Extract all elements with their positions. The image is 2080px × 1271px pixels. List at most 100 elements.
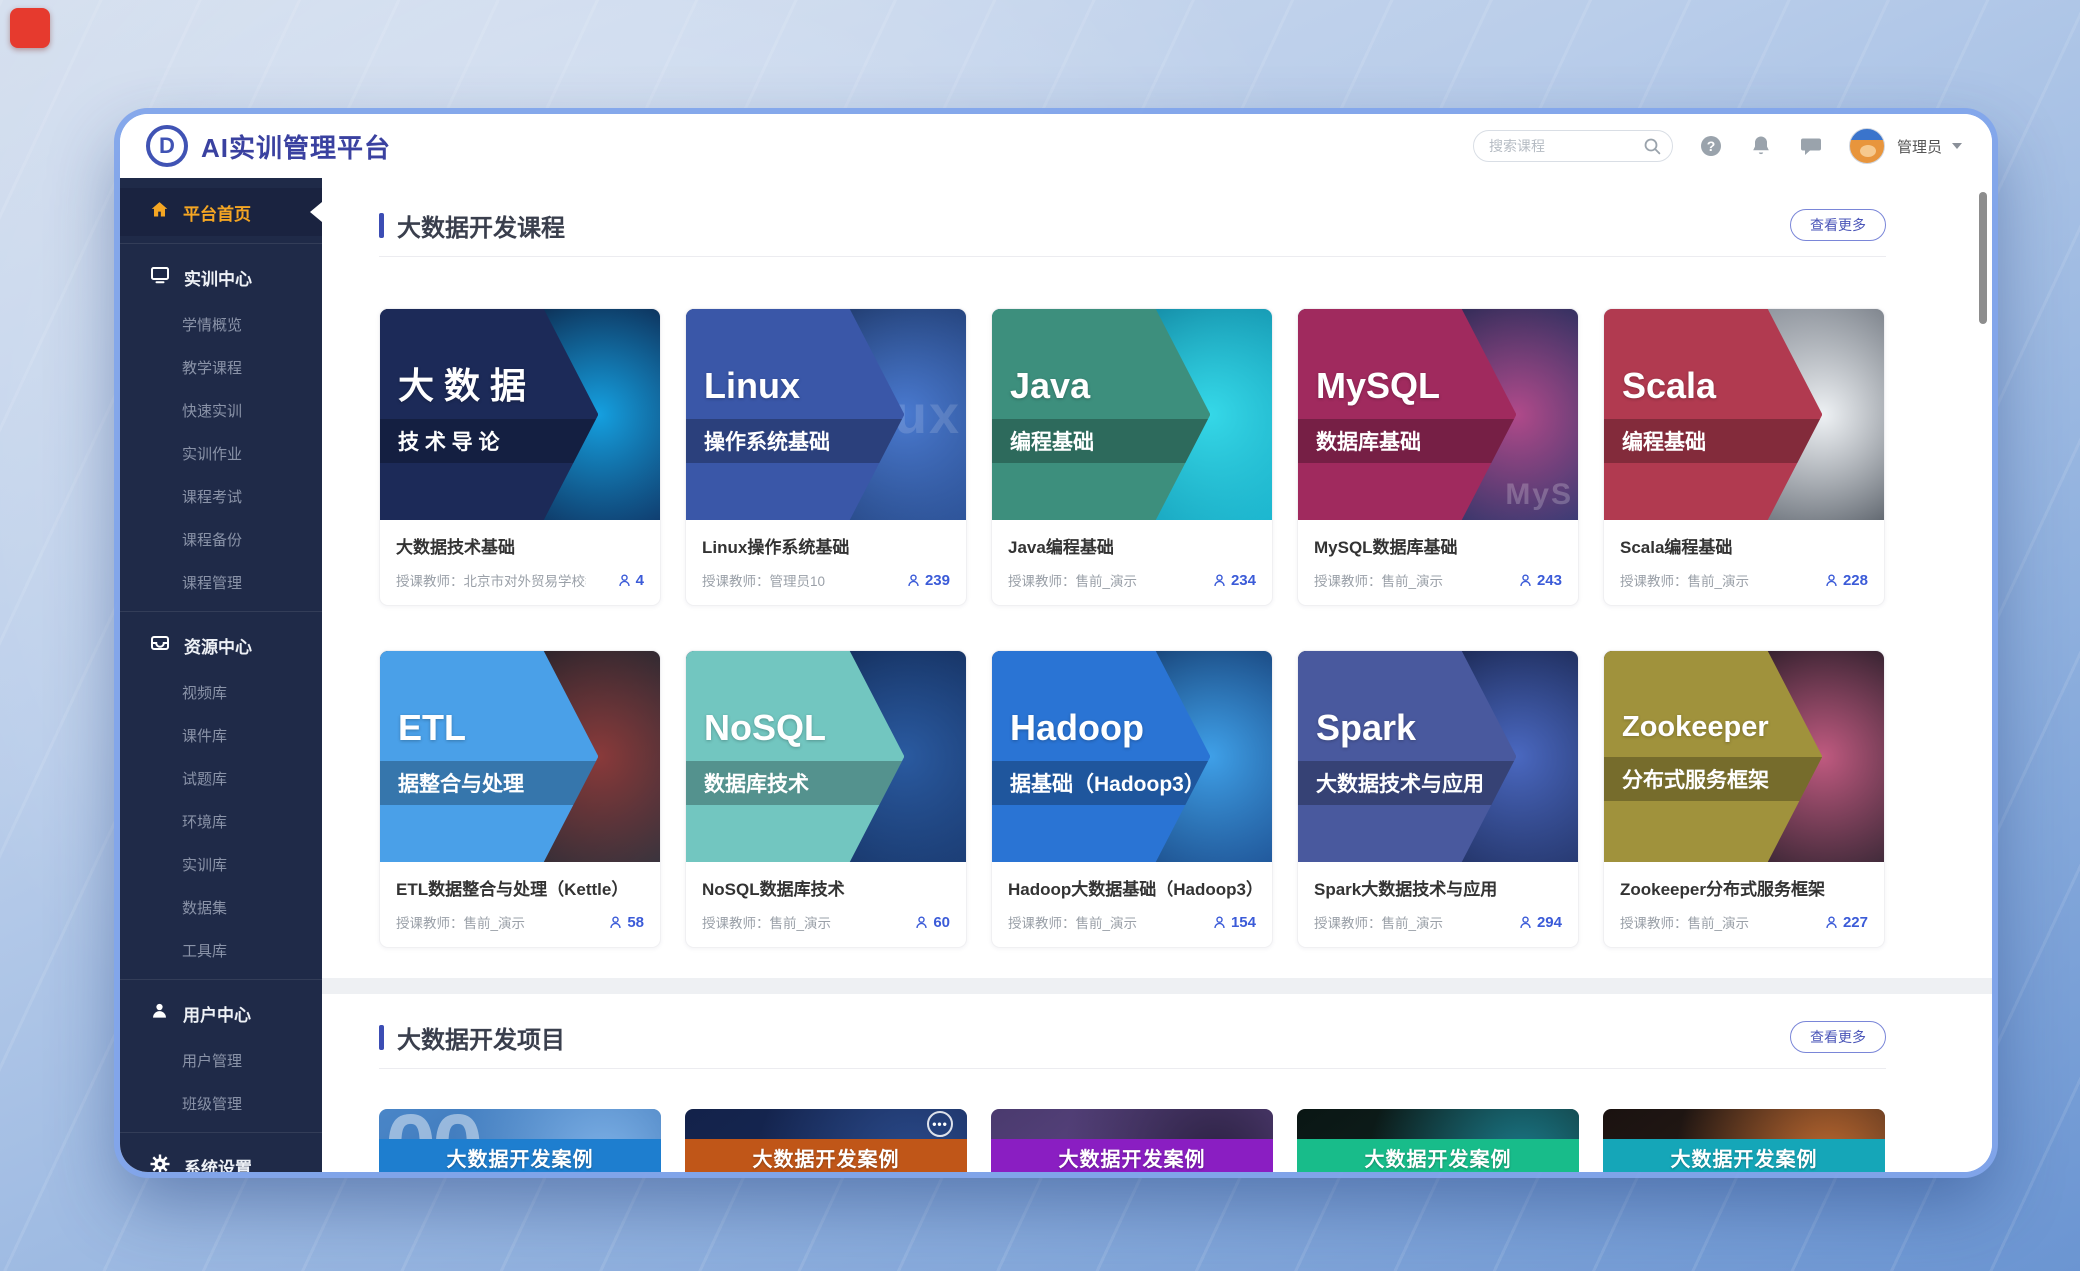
project-card[interactable]: 大数据开发案例 [1297, 1109, 1579, 1172]
course-card[interactable]: Java 编程基础 Java编程基础 授课教师：售前_演示 234 [991, 308, 1273, 606]
course-count: 243 [1537, 572, 1562, 589]
course-teacher: 授课教师：售前_演示 [1314, 912, 1443, 932]
project-card[interactable]: 大数据开发案例 [1603, 1109, 1885, 1172]
course-cover: Java 编程基础 [992, 309, 1272, 520]
sidebar-section-settings[interactable]: 系统设置 [120, 1140, 322, 1172]
cover-arrow: Spark 大数据技术与应用 [1298, 651, 1516, 862]
section-accent-bar [379, 213, 384, 238]
archive-icon [150, 633, 170, 658]
cover-arrow: NoSQL 数据库技术 [686, 651, 904, 862]
user-count-icon [1212, 915, 1227, 930]
search-input-wrapper [1473, 130, 1673, 162]
sidebar-item-home[interactable]: 平台首页 [120, 188, 322, 236]
course-title: ETL数据整合与处理（Kettle） [396, 875, 644, 900]
chat-icon[interactable] [1799, 134, 1823, 158]
sidebar-item[interactable]: 课件库 [120, 714, 322, 757]
sidebar-item[interactable]: 课程考试 [120, 475, 322, 518]
project-card-grid: 00 大数据开发案例 大数据开发案例 [379, 1109, 1886, 1172]
course-card[interactable]: Scala 编程基础 Scala编程基础 授课教师：售前_演示 228 [1603, 308, 1885, 606]
sidebar-item[interactable]: 用户管理 [120, 1039, 322, 1082]
course-cover: inux Linux 操作系统基础 [686, 309, 966, 520]
cover-arrow: Hadoop 据基础（Hadoop3） [992, 651, 1210, 862]
sidebar-item[interactable]: 班级管理 [120, 1082, 322, 1125]
svg-text:?: ? [1707, 138, 1716, 154]
course-count: 154 [1231, 914, 1256, 931]
course-title: NoSQL数据库技术 [702, 875, 950, 900]
course-card[interactable]: NoSQL 数据库技术 NoSQL数据库技术 授课教师：售前_演示 60 [685, 650, 967, 948]
sidebar-item[interactable]: 视频库 [120, 671, 322, 714]
user-count-icon [1518, 573, 1533, 588]
sidebar-item[interactable]: 课程备份 [120, 518, 322, 561]
section-title: 大数据开发项目 [397, 1020, 565, 1055]
course-title: Zookeeper分布式服务框架 [1620, 875, 1868, 900]
course-title: Scala编程基础 [1620, 533, 1868, 558]
project-cover: 大数据开发案例 [1297, 1109, 1579, 1172]
course-cover: Spark 大数据技术与应用 [1298, 651, 1578, 862]
avatar[interactable] [1849, 128, 1885, 164]
sidebar-item[interactable]: 学情概览 [120, 303, 322, 346]
more-options-icon[interactable] [927, 1111, 953, 1137]
course-teacher: 授课教师：售前_演示 [702, 912, 831, 932]
search-icon[interactable] [1642, 136, 1662, 161]
course-count: 234 [1231, 572, 1256, 589]
course-title: Hadoop大数据基础（Hadoop3） [1008, 875, 1256, 900]
project-cover: 大数据开发案例 [685, 1109, 967, 1172]
course-card-grid: 大 数 据 技 术 导 论 大数据技术基础 授课教师：北京市对外贸易学校教...… [379, 308, 1886, 948]
sidebar-item[interactable]: 数据集 [120, 886, 322, 929]
course-card[interactable]: inux Linux 操作系统基础 Linux操作系统基础 授课教师：管理员10… [685, 308, 967, 606]
header: D AI实训管理平台 ? 管理员 [120, 114, 1992, 178]
scrollbar-thumb[interactable] [1979, 192, 1987, 324]
course-card[interactable]: Hadoop 据基础（Hadoop3） Hadoop大数据基础（Hadoop3）… [991, 650, 1273, 948]
course-teacher: 授课教师：售前_演示 [1008, 570, 1137, 590]
cover-arrow: Java 编程基础 [992, 309, 1210, 520]
project-banner: 大数据开发案例 [1297, 1139, 1579, 1172]
course-card[interactable]: ETL 据整合与处理 ETL数据整合与处理（Kettle） 授课教师：售前_演示… [379, 650, 661, 948]
sidebar-item[interactable]: 试题库 [120, 757, 322, 800]
project-card[interactable]: 00 大数据开发案例 [379, 1109, 661, 1172]
project-banner: 大数据开发案例 [685, 1139, 967, 1172]
project-card[interactable]: 大数据开发案例 [685, 1109, 967, 1172]
help-icon[interactable]: ? [1699, 134, 1723, 158]
view-more-button[interactable]: 查看更多 [1790, 209, 1886, 241]
user-count-icon [1824, 573, 1839, 588]
sidebar-section-training[interactable]: 实训中心 [120, 251, 322, 303]
sidebar: 平台首页 实训中心 学情概览 教学课程 快速实训 实训作业 课程考试 课程备份 … [120, 178, 322, 1172]
project-banner: 大数据开发案例 [379, 1139, 661, 1172]
course-card[interactable]: Zookeeper 分布式服务框架 Zookeeper分布式服务框架 授课教师：… [1603, 650, 1885, 948]
monitor-icon [150, 265, 170, 290]
course-card[interactable]: Spark 大数据技术与应用 Spark大数据技术与应用 授课教师：售前_演示 … [1297, 650, 1579, 948]
course-card[interactable]: MyS MySQL 数据库基础 MySQL数据库基础 授课教师：售前_演示 24… [1297, 308, 1579, 606]
chevron-down-icon[interactable] [1952, 143, 1962, 149]
course-cover: NoSQL 数据库技术 [686, 651, 966, 862]
sidebar-item[interactable]: 教学课程 [120, 346, 322, 389]
course-title: Java编程基础 [1008, 533, 1256, 558]
sidebar-item[interactable]: 实训作业 [120, 432, 322, 475]
user-name[interactable]: 管理员 [1897, 136, 1942, 157]
course-title: Spark大数据技术与应用 [1314, 875, 1562, 900]
course-card[interactable]: 大 数 据 技 术 导 论 大数据技术基础 授课教师：北京市对外贸易学校教...… [379, 308, 661, 606]
user-count-icon [1824, 915, 1839, 930]
sidebar-section-resources[interactable]: 资源中心 [120, 619, 322, 671]
project-card[interactable]: 大数据开发案例 [991, 1109, 1273, 1172]
course-cover: Scala 编程基础 [1604, 309, 1884, 520]
cover-arrow: ETL 据整合与处理 [380, 651, 598, 862]
desktop-red-icon[interactable] [10, 8, 50, 48]
sidebar-section-users[interactable]: 用户中心 [120, 987, 322, 1039]
view-more-button[interactable]: 查看更多 [1790, 1021, 1886, 1053]
sidebar-item[interactable]: 环境库 [120, 800, 322, 843]
gear-icon [150, 1154, 170, 1173]
course-cover: Hadoop 据基础（Hadoop3） [992, 651, 1272, 862]
cover-arrow: 大 数 据 技 术 导 论 [380, 309, 598, 520]
course-teacher: 授课教师：管理员10 [702, 570, 825, 590]
sidebar-item[interactable]: 工具库 [120, 929, 322, 972]
sidebar-item[interactable]: 实训库 [120, 843, 322, 886]
course-count: 227 [1843, 914, 1868, 931]
sidebar-item[interactable]: 快速实训 [120, 389, 322, 432]
section-title: 大数据开发课程 [397, 208, 565, 243]
sidebar-item[interactable]: 课程管理 [120, 561, 322, 604]
app-title: AI实训管理平台 [201, 128, 391, 165]
project-cover: 00 大数据开发案例 [379, 1109, 661, 1172]
user-count-icon [906, 573, 921, 588]
bell-icon[interactable] [1749, 134, 1773, 158]
course-teacher: 授课教师：售前_演示 [1620, 912, 1749, 932]
